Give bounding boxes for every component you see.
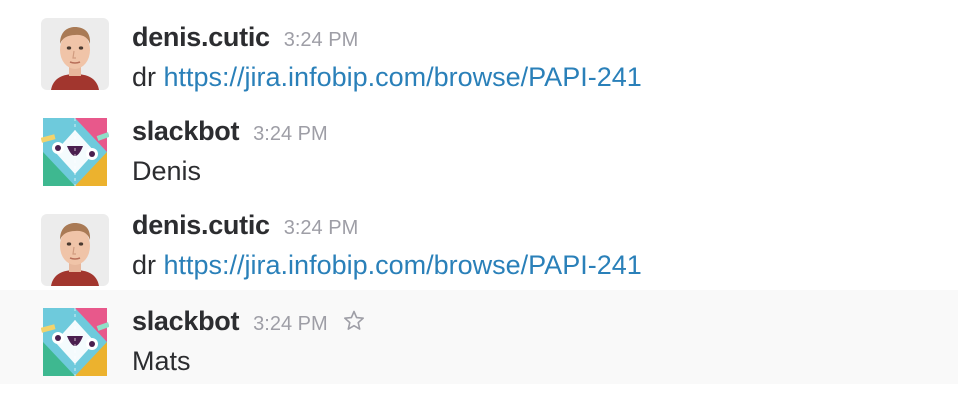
message-row[interactable]: denis.cutic 3:24 PM dr https://jira.infob… xyxy=(0,196,958,290)
user-photo-avatar[interactable] xyxy=(41,214,109,286)
message-text: dr https://jira.infobip.com/browse/PAPI-… xyxy=(132,62,642,93)
user-photo-avatar[interactable] xyxy=(41,18,109,90)
message-prefix: dr xyxy=(132,250,164,280)
slackbot-avatar[interactable] xyxy=(41,116,109,188)
jira-link[interactable]: https://jira.infobip.com/browse/PAPI-241 xyxy=(164,62,642,92)
message-text: Denis xyxy=(132,156,202,186)
timestamp[interactable]: 3:24 PM xyxy=(284,29,358,51)
author-name[interactable]: denis.cutic xyxy=(132,210,270,240)
message-row[interactable]: slackbot 3:24 PM Denis xyxy=(0,100,958,194)
author-name[interactable]: denis.cutic xyxy=(132,22,270,52)
message-header: slackbot 3:24 PM xyxy=(132,306,366,340)
jira-link[interactable]: https://jira.infobip.com/browse/PAPI-241 xyxy=(164,250,642,280)
message-row[interactable]: denis.cutic 3:24 PM dr https://jira.infob… xyxy=(0,0,958,94)
message-header: slackbot 3:24 PM xyxy=(132,116,328,150)
timestamp[interactable]: 3:24 PM xyxy=(253,123,327,145)
slackbot-avatar[interactable] xyxy=(41,306,109,378)
message-text: dr https://jira.infobip.com/browse/PAPI-… xyxy=(132,250,642,281)
message-header: denis.cutic 3:24 PM xyxy=(132,210,358,244)
author-name[interactable]: slackbot xyxy=(132,116,239,146)
message-text: Mats xyxy=(132,346,191,376)
star-outline-icon[interactable] xyxy=(342,309,366,333)
message-row-hovered[interactable]: slackbot 3:24 PM Mats xyxy=(0,290,958,384)
message-prefix: dr xyxy=(132,62,164,92)
message-header: denis.cutic 3:24 PM xyxy=(132,22,358,56)
author-name[interactable]: slackbot xyxy=(132,306,239,336)
timestamp[interactable]: 3:24 PM xyxy=(284,217,358,239)
timestamp[interactable]: 3:24 PM xyxy=(253,313,327,335)
